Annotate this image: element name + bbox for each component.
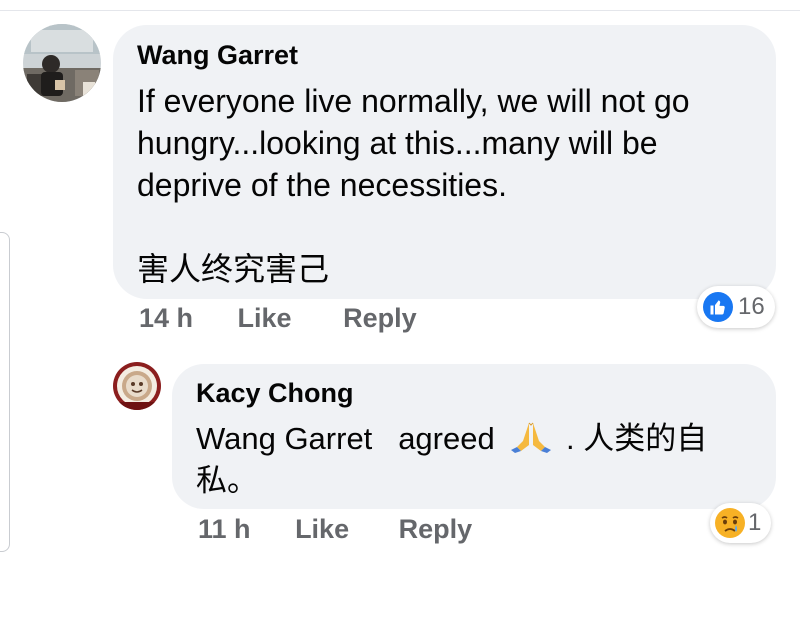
comment-text-cjk: 害人终究害己	[137, 251, 330, 287]
avatar-photo-icon	[113, 362, 161, 410]
like-icon	[703, 292, 733, 322]
side-panel-edge	[0, 232, 10, 552]
reply-author[interactable]: Kacy Chong	[196, 378, 354, 409]
avatar[interactable]	[113, 362, 161, 410]
comment-timestamp[interactable]: 14 h	[139, 303, 193, 334]
comment-text: If everyone live normally, we will not g…	[137, 80, 757, 290]
avatar-photo-icon	[23, 24, 101, 102]
reaction-count: 1	[748, 509, 762, 536]
reply-button[interactable]: Reply	[343, 303, 417, 334]
comment-text-line: hungry...looking at this...many will be	[137, 125, 658, 161]
reply-text-segment: . 人类的自	[565, 421, 708, 456]
avatar[interactable]	[23, 24, 101, 102]
reply-text: Wang Garret agreed . 人类的自 私。	[196, 418, 756, 502]
reply-text-segment	[381, 421, 390, 456]
reaction-summary[interactable]: 1	[710, 503, 772, 543]
mention-link[interactable]: Wang Garret	[196, 421, 372, 456]
reply-text-line: Wang Garret agreed . 人类的自	[196, 418, 756, 460]
reaction-count: 16	[738, 293, 765, 320]
comment-actions: 14 h Like Reply	[139, 303, 417, 334]
folded-hands-emoji	[511, 422, 552, 453]
like-button[interactable]: Like	[238, 303, 292, 334]
reply-text-line: 私。	[196, 463, 258, 498]
divider	[0, 10, 800, 11]
comment-text-line: deprive of the necessities.	[137, 167, 507, 203]
reply-actions: 11 h Like Reply	[198, 514, 472, 545]
like-button[interactable]: Like	[295, 514, 349, 545]
comment-author[interactable]: Wang Garret	[137, 40, 298, 71]
reply-button[interactable]: Reply	[399, 514, 473, 545]
reaction-summary[interactable]: 16	[697, 286, 775, 328]
reply-text-segment: agreed	[398, 421, 495, 456]
reply-timestamp[interactable]: 11 h	[198, 514, 251, 545]
comment-text-line: If everyone live normally, we will not g…	[137, 83, 690, 119]
sad-face-icon	[715, 508, 745, 538]
comment-thread: Wang Garret If everyone live normally, w…	[0, 0, 800, 627]
